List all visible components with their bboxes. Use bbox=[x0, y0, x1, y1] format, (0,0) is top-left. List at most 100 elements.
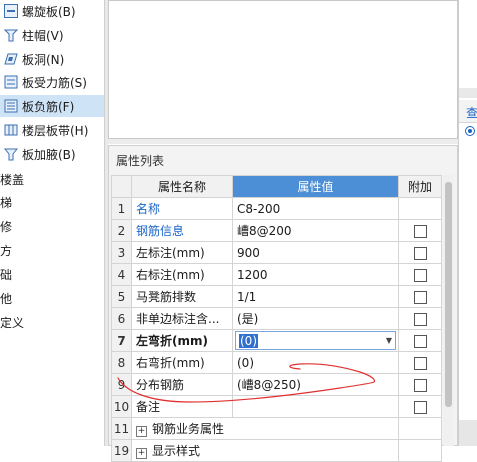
tree-item-truncated[interactable]: 定义 bbox=[0, 312, 24, 332]
row-number: 3 bbox=[111, 241, 132, 264]
table-row[interactable]: 2 钢筋信息 嶆8@200 bbox=[111, 219, 442, 242]
table-row[interactable]: 3 左标注(mm) 900 bbox=[111, 241, 442, 264]
row-number: 10 bbox=[111, 395, 132, 418]
tree-item-label: 螺旋板(B) bbox=[22, 4, 76, 19]
row-number: 8 bbox=[111, 351, 132, 374]
tree-item-slab-negative-rebar[interactable]: 板负筋(F) bbox=[0, 95, 104, 117]
table-row[interactable]: 8 右弯折(mm) (0) bbox=[111, 351, 442, 374]
preview-area bbox=[108, 0, 458, 139]
add-cell bbox=[398, 307, 442, 330]
expand-icon[interactable]: + bbox=[136, 448, 147, 459]
property-name: 右标注(mm) bbox=[131, 263, 233, 286]
preview-divider[interactable] bbox=[108, 139, 458, 144]
right-panel-footer bbox=[459, 420, 477, 446]
value-dropdown[interactable]: (0) ▼ bbox=[235, 331, 396, 350]
radio-button[interactable] bbox=[465, 126, 475, 136]
property-group[interactable]: + 钢筋业务属性 bbox=[131, 417, 399, 440]
table-row[interactable]: 9 分布钢筋 (嶆8@250) bbox=[111, 373, 442, 396]
scrollbar-thumb[interactable] bbox=[445, 182, 452, 407]
property-value[interactable]: (0) bbox=[232, 351, 399, 374]
add-cell bbox=[398, 263, 442, 286]
add-checkbox[interactable] bbox=[413, 334, 427, 348]
add-checkbox[interactable] bbox=[413, 224, 427, 238]
slab-negative-rebar-icon bbox=[4, 99, 18, 113]
property-grid: 属性名称 属性值 附加 1 名称 C8-200 2 钢筋信息 嶆8@200 3 … bbox=[111, 175, 442, 462]
property-value[interactable]: 嶆8@200 bbox=[232, 219, 399, 242]
right-panel-tab-label: 查 bbox=[466, 106, 477, 120]
add-checkbox[interactable] bbox=[413, 378, 427, 392]
tree-item-spiral-slab[interactable]: 螺旋板(B) bbox=[0, 0, 104, 22]
tree-item-truncated[interactable]: 方 bbox=[0, 240, 12, 260]
table-row[interactable]: 5 马凳筋排数 1/1 bbox=[111, 285, 442, 308]
add-cell bbox=[398, 373, 442, 396]
tree-item-label: 柱帽(V) bbox=[22, 28, 64, 43]
group-label: 钢筋业务属性 bbox=[152, 422, 225, 436]
property-value[interactable]: 1200 bbox=[232, 263, 399, 286]
property-value[interactable]: 1/1 bbox=[232, 285, 399, 308]
row-number: 2 bbox=[111, 219, 132, 242]
tree-item-slab-haunch[interactable]: 板加腋(B) bbox=[0, 143, 104, 165]
right-panel-divider bbox=[459, 88, 477, 98]
dropdown-selected-text: (0) bbox=[239, 333, 258, 348]
tree-item-slab-main-rebar[interactable]: 板受力筋(S) bbox=[0, 71, 104, 93]
property-name: 非单边标注含... bbox=[131, 307, 233, 330]
tree-item-column-cap[interactable]: 柱帽(V) bbox=[0, 24, 104, 46]
tree-item-truncated[interactable]: 梯 bbox=[0, 192, 12, 212]
slab-hole-icon bbox=[4, 52, 18, 66]
tree-item-slab-hole[interactable]: 板洞(N) bbox=[0, 48, 104, 70]
add-cell bbox=[398, 417, 442, 440]
property-value-editor[interactable]: (0) ▼ bbox=[232, 329, 399, 352]
group-label: 显示样式 bbox=[152, 444, 201, 458]
add-cell bbox=[398, 241, 442, 264]
chevron-down-icon[interactable]: ▼ bbox=[386, 336, 392, 345]
property-value[interactable] bbox=[232, 395, 399, 418]
column-header-add[interactable]: 附加 bbox=[398, 175, 442, 198]
column-header-value[interactable]: 属性值 bbox=[232, 175, 399, 198]
property-group[interactable]: + 显示样式 bbox=[131, 439, 399, 462]
table-row-active[interactable]: 7 左弯折(mm) (0) ▼ bbox=[111, 329, 442, 352]
add-checkbox[interactable] bbox=[413, 312, 427, 326]
column-header-name[interactable]: 属性名称 bbox=[131, 175, 233, 198]
add-checkbox[interactable] bbox=[413, 400, 427, 414]
tree-item-floor-slab-strip[interactable]: 楼层板带(H) bbox=[0, 119, 104, 141]
tree-item-label: 楼层板带(H) bbox=[22, 123, 89, 138]
grid-corner bbox=[111, 175, 132, 198]
slab-haunch-icon bbox=[3, 147, 19, 161]
add-cell bbox=[398, 197, 442, 220]
column-cap-icon bbox=[3, 28, 19, 42]
table-row-group[interactable]: 19 + 显示样式 bbox=[111, 439, 442, 462]
table-row[interactable]: 1 名称 C8-200 bbox=[111, 197, 442, 220]
property-name: 分布钢筋 bbox=[131, 373, 233, 396]
add-checkbox[interactable] bbox=[413, 246, 427, 260]
property-name: 名称 bbox=[131, 197, 233, 220]
property-name: 钢筋信息 bbox=[131, 219, 233, 242]
row-number: 9 bbox=[111, 373, 132, 396]
table-row-group[interactable]: 11 + 钢筋业务属性 bbox=[111, 417, 442, 440]
table-row[interactable]: 4 右标注(mm) 1200 bbox=[111, 263, 442, 286]
add-checkbox[interactable] bbox=[413, 290, 427, 304]
add-checkbox[interactable] bbox=[413, 356, 427, 370]
tree-item-truncated[interactable]: 楼盖 bbox=[0, 169, 24, 189]
property-value[interactable]: C8-200 bbox=[232, 197, 399, 220]
tree-item-truncated[interactable]: 他 bbox=[0, 288, 12, 308]
add-checkbox[interactable] bbox=[413, 268, 427, 282]
add-cell bbox=[398, 395, 442, 418]
row-number: 1 bbox=[111, 197, 132, 220]
row-number: 19 bbox=[111, 439, 132, 462]
add-cell bbox=[398, 219, 442, 242]
tree-item-truncated[interactable]: 修 bbox=[0, 216, 12, 236]
property-name: 备注 bbox=[131, 395, 233, 418]
row-number: 11 bbox=[111, 417, 132, 440]
row-number: 4 bbox=[111, 263, 132, 286]
table-row[interactable]: 10 备注 bbox=[111, 395, 442, 418]
table-row[interactable]: 6 非单边标注含... (是) bbox=[111, 307, 442, 330]
spiral-slab-icon bbox=[4, 4, 18, 18]
property-name: 左弯折(mm) bbox=[131, 329, 233, 352]
property-value[interactable]: (嶆8@250) bbox=[232, 373, 399, 396]
expand-icon[interactable]: + bbox=[136, 426, 147, 437]
tree-item-truncated[interactable]: 础 bbox=[0, 264, 12, 284]
property-value[interactable]: 900 bbox=[232, 241, 399, 264]
add-cell bbox=[398, 285, 442, 308]
component-tree: 螺旋板(B) 柱帽(V) 板洞(N) 板受力筋(S) 板负筋(F) 楼层板带(H… bbox=[0, 0, 104, 446]
property-value[interactable]: (是) bbox=[232, 307, 399, 330]
